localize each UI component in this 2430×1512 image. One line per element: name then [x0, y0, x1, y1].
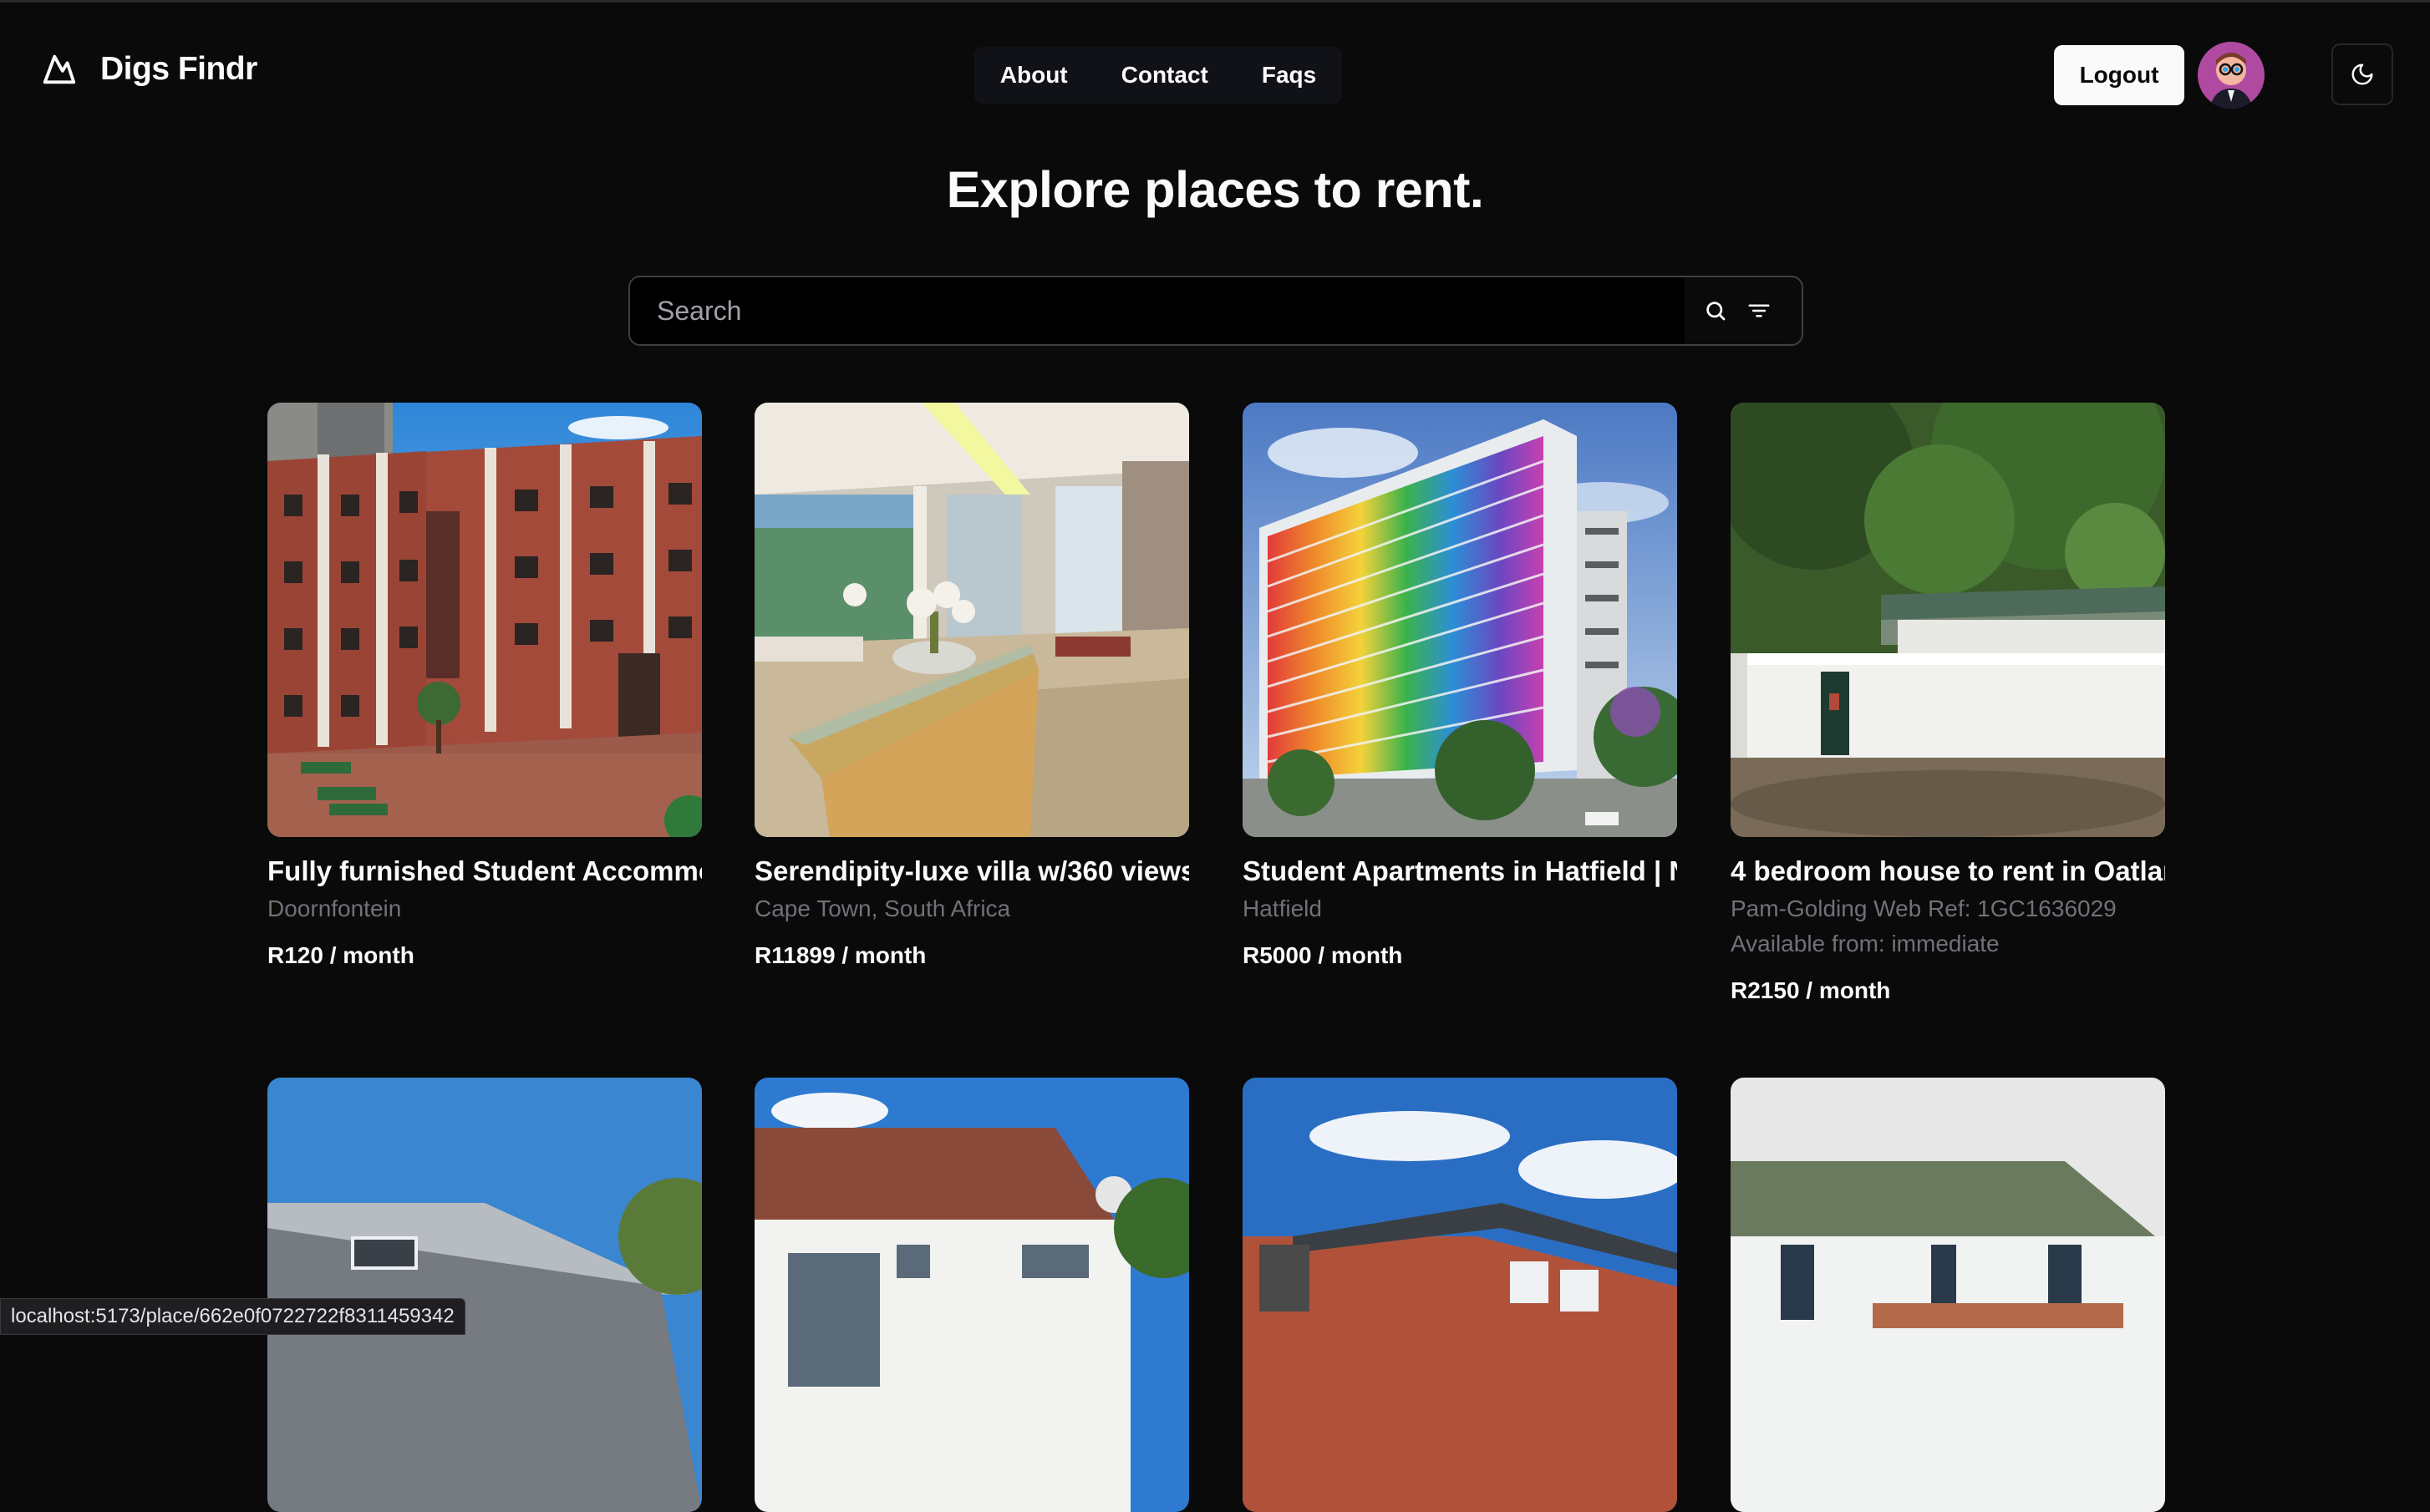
listing-price: R11899 / month — [755, 942, 927, 968]
mountain-icon — [43, 54, 76, 84]
logout-button[interactable]: Logout — [2054, 45, 2184, 105]
listing-image[interactable] — [1243, 1078, 1677, 1512]
listing-card[interactable]: Serendipity-luxe villa w/360 views & poo… — [755, 403, 1189, 969]
listing-image[interactable] — [1731, 1078, 2165, 1512]
brand-name: Digs Findr — [100, 51, 257, 87]
main-nav: About Contact Faqs — [974, 47, 1342, 104]
filter-icon[interactable] — [1746, 298, 1772, 323]
listing-image[interactable] — [755, 403, 1189, 837]
listing-image[interactable] — [755, 1078, 1189, 1512]
window-top-border — [0, 0, 2430, 3]
search-bar — [628, 276, 1803, 346]
browser-status-url: localhost:5173/place/662e0f0722722f83114… — [0, 1298, 465, 1335]
listing-image[interactable] — [267, 403, 702, 837]
listing-price: R2150 / month — [1731, 977, 1891, 1003]
listing-availability: Available from: immediate — [1731, 931, 2000, 956]
listing-card[interactable]: Fully furnished Student Accommodation Do… — [267, 403, 702, 969]
listing-title[interactable]: Serendipity-luxe villa w/360 views & poo… — [755, 855, 1189, 887]
listing-price: R120 / month — [267, 942, 414, 968]
listing-photo-white-house — [755, 1078, 1189, 1512]
listing-photo-cottage — [1731, 1078, 2165, 1512]
listing-card[interactable]: 4 bedroom house to rent in Oatlands Pam-… — [1731, 403, 2165, 1004]
listing-price: R5000 / month — [1243, 942, 1403, 968]
listing-photo-brick-building — [267, 403, 702, 837]
listing-image[interactable] — [267, 1078, 702, 1512]
listing-location: Cape Town, South Africa — [755, 896, 1011, 921]
page-title: Explore places to rent. — [946, 161, 1484, 218]
listing-card[interactable] — [755, 1078, 1189, 1512]
moon-icon — [2351, 63, 2373, 85]
listing-image[interactable] — [1243, 403, 1677, 837]
search-input[interactable] — [630, 277, 1685, 344]
theme-toggle-button[interactable] — [2331, 43, 2393, 105]
listing-card[interactable] — [267, 1078, 702, 1512]
listing-title[interactable]: Student Apartments in Hatfield | No — [1243, 855, 1677, 887]
user-avatar[interactable] — [2198, 42, 2265, 109]
listing-photo-rainbow-tower — [1243, 403, 1677, 837]
search-icon[interactable] — [1703, 298, 1728, 323]
listing-image[interactable] — [1731, 403, 2165, 837]
listing-card[interactable]: Student Apartments in Hatfield | No Hatf… — [1243, 403, 1677, 969]
listing-photo-house-wall — [1731, 403, 2165, 837]
listing-card[interactable] — [1731, 1078, 2165, 1512]
listing-location: Hatfield — [1243, 896, 1322, 921]
listing-photo-grey-house — [267, 1078, 702, 1512]
listing-location: Pam-Golding Web Ref: 1GC1636029 — [1731, 896, 2117, 921]
brand-logo[interactable]: Digs Findr — [40, 50, 257, 89]
listing-location: Doornfontein — [267, 896, 402, 921]
nav-about[interactable]: About — [1000, 62, 1068, 89]
avatar-image — [2198, 42, 2265, 109]
listing-card[interactable] — [1243, 1078, 1677, 1512]
listing-photo-villa-interior — [755, 403, 1189, 837]
listing-title[interactable]: 4 bedroom house to rent in Oatlands — [1731, 855, 2165, 887]
listing-photo-brick-house — [1243, 1078, 1677, 1512]
nav-faqs[interactable]: Faqs — [1262, 62, 1316, 89]
nav-contact[interactable]: Contact — [1121, 62, 1208, 89]
listing-title[interactable]: Fully furnished Student Accommodation — [267, 855, 702, 887]
